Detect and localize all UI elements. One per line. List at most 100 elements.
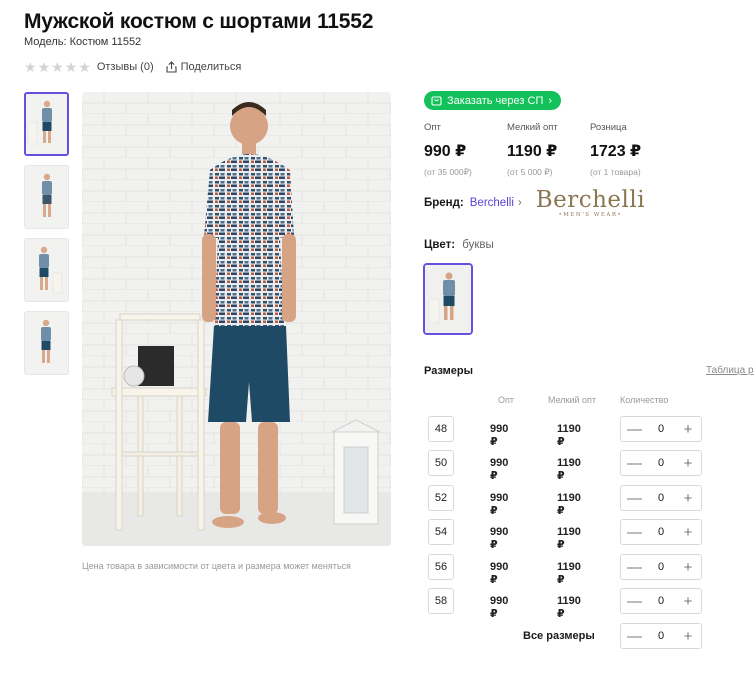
- price-value: 990 ₽: [424, 143, 467, 160]
- price-label: Розница: [590, 122, 627, 133]
- all-sizes-label: Все размеры: [523, 630, 595, 642]
- price-retail: Розница 1723 ₽ (от 1 товара): [590, 122, 673, 178]
- minus-icon[interactable]: —: [627, 421, 642, 438]
- size-value: 52: [428, 485, 454, 511]
- price-label: Опт: [424, 122, 441, 133]
- rating-stars[interactable]: ★ ★ ★ ★ ★: [24, 60, 91, 74]
- quantity-value[interactable]: 0: [658, 457, 664, 469]
- size-value: 54: [428, 519, 454, 545]
- plus-icon[interactable]: +: [681, 490, 695, 507]
- size-price-opt: 990 ₽: [490, 457, 509, 482]
- size-value: 56: [428, 554, 454, 580]
- size-value: 58: [428, 588, 454, 614]
- star-icon: ★: [37, 59, 51, 75]
- column-header-melkiy: Мелкий опт: [548, 395, 597, 405]
- size-value: 48: [428, 416, 454, 442]
- size-table-link[interactable]: Таблица р: [706, 365, 754, 376]
- quantity-stepper: — 0 +: [620, 416, 702, 442]
- price-small-wholesale: Мелкий опт 1190 ₽ (от 5 000 ₽): [507, 122, 590, 178]
- quantity-stepper: — 0 +: [620, 450, 702, 476]
- quantity-stepper: — 0 +: [620, 519, 702, 545]
- price-condition: (от 1 товара): [590, 167, 641, 177]
- thumbnail-list: [24, 92, 71, 384]
- brand-label: Бренд:: [424, 197, 464, 209]
- price-value: 1723 ₽: [590, 143, 642, 160]
- quantity-value[interactable]: 0: [658, 630, 664, 642]
- column-header-opt: Опт: [498, 395, 514, 405]
- brand-link[interactable]: Berchelli ›: [470, 197, 522, 209]
- price-wholesale: Опт 990 ₽ (от 35 000₽): [424, 122, 507, 178]
- product-model: Модель: Костюм 11552: [24, 36, 142, 48]
- price-condition: (от 35 000₽): [424, 167, 472, 177]
- star-icon: ★: [78, 59, 91, 75]
- minus-icon[interactable]: —: [627, 524, 642, 541]
- share-button[interactable]: Поделиться: [166, 61, 242, 73]
- star-icon: ★: [64, 59, 78, 75]
- quantity-stepper: — 0 +: [620, 485, 702, 511]
- color-swatch[interactable]: [423, 263, 473, 335]
- size-price-opt: 990 ₽: [490, 492, 509, 517]
- cart-icon: [431, 96, 442, 106]
- color-row: Цвет: буквы: [424, 239, 494, 251]
- plus-icon[interactable]: +: [681, 593, 695, 610]
- minus-icon[interactable]: —: [627, 628, 642, 645]
- quantity-stepper: — 0 +: [620, 554, 702, 580]
- price-block: Опт 990 ₽ (от 35 000₽) Мелкий опт 1190 ₽…: [424, 122, 673, 178]
- sizes-title: Размеры: [424, 365, 474, 377]
- order-sp-label: Заказать через СП: [447, 94, 544, 107]
- thumbnail[interactable]: [24, 165, 69, 229]
- size-value: 50: [428, 450, 454, 476]
- size-price-melkiy: 1190 ₽: [557, 457, 581, 482]
- thumbnail[interactable]: [24, 311, 69, 375]
- quantity-value[interactable]: 0: [658, 423, 664, 435]
- size-price-opt: 990 ₽: [490, 595, 509, 620]
- minus-icon[interactable]: —: [627, 455, 642, 472]
- price-condition: (от 5 000 ₽): [507, 167, 553, 177]
- plus-icon[interactable]: +: [681, 628, 695, 645]
- size-price-melkiy: 1190 ₽: [557, 526, 581, 551]
- thumbnail[interactable]: [24, 238, 69, 302]
- plus-icon[interactable]: +: [681, 421, 695, 438]
- quantity-value[interactable]: 0: [658, 595, 664, 607]
- size-price-melkiy: 1190 ₽: [557, 492, 581, 517]
- price-label: Мелкий опт: [507, 122, 558, 133]
- chevron-right-icon: ›: [548, 94, 553, 107]
- main-product-photo[interactable]: [82, 92, 391, 546]
- star-icon: ★: [24, 59, 37, 75]
- chevron-right-icon: ›: [517, 197, 522, 209]
- all-sizes-stepper: — 0 +: [620, 623, 702, 649]
- thumbnail[interactable]: [24, 92, 69, 156]
- size-price-melkiy: 1190 ₽: [557, 423, 581, 448]
- column-header-qty: Количество: [620, 395, 669, 405]
- plus-icon[interactable]: +: [681, 559, 695, 576]
- plus-icon[interactable]: +: [681, 455, 695, 472]
- reviews-link[interactable]: Отзывы (0): [97, 61, 154, 73]
- share-icon: [166, 61, 177, 73]
- share-label: Поделиться: [180, 61, 242, 73]
- brand-logo-name: Berchelli: [535, 187, 646, 213]
- quantity-stepper: — 0 +: [620, 588, 702, 614]
- plus-icon[interactable]: +: [681, 524, 695, 541]
- quantity-value[interactable]: 0: [658, 561, 664, 573]
- size-price-opt: 990 ₽: [490, 561, 509, 586]
- size-price-opt: 990 ₽: [490, 526, 509, 551]
- brand-name: Berchelli: [469, 197, 514, 209]
- order-sp-button[interactable]: Заказать через СП ›: [424, 91, 562, 110]
- quantity-value[interactable]: 0: [658, 526, 664, 538]
- size-price-melkiy: 1190 ₽: [557, 595, 581, 620]
- quantity-value[interactable]: 0: [658, 492, 664, 504]
- product-title: Мужской костюм с шортами 11552: [24, 10, 374, 33]
- brand-logo[interactable]: Berchelli •MEN'S WEAR•: [536, 188, 645, 218]
- minus-icon[interactable]: —: [627, 593, 642, 610]
- color-value: буквы: [462, 239, 494, 251]
- color-label: Цвет:: [424, 239, 456, 251]
- size-price-melkiy: 1190 ₽: [557, 561, 581, 586]
- star-icon: ★: [51, 59, 64, 75]
- brand-logo-tag: •MEN'S WEAR•: [558, 212, 623, 218]
- price-note: Цена товара в зависимости от цвета и раз…: [82, 561, 351, 571]
- size-price-opt: 990 ₽: [490, 423, 509, 448]
- price-value: 1190 ₽: [507, 143, 558, 160]
- minus-icon[interactable]: —: [627, 490, 642, 507]
- brand-row: Бренд: Berchelli › Berchelli •MEN'S WEAR…: [424, 188, 645, 218]
- minus-icon[interactable]: —: [627, 559, 642, 576]
